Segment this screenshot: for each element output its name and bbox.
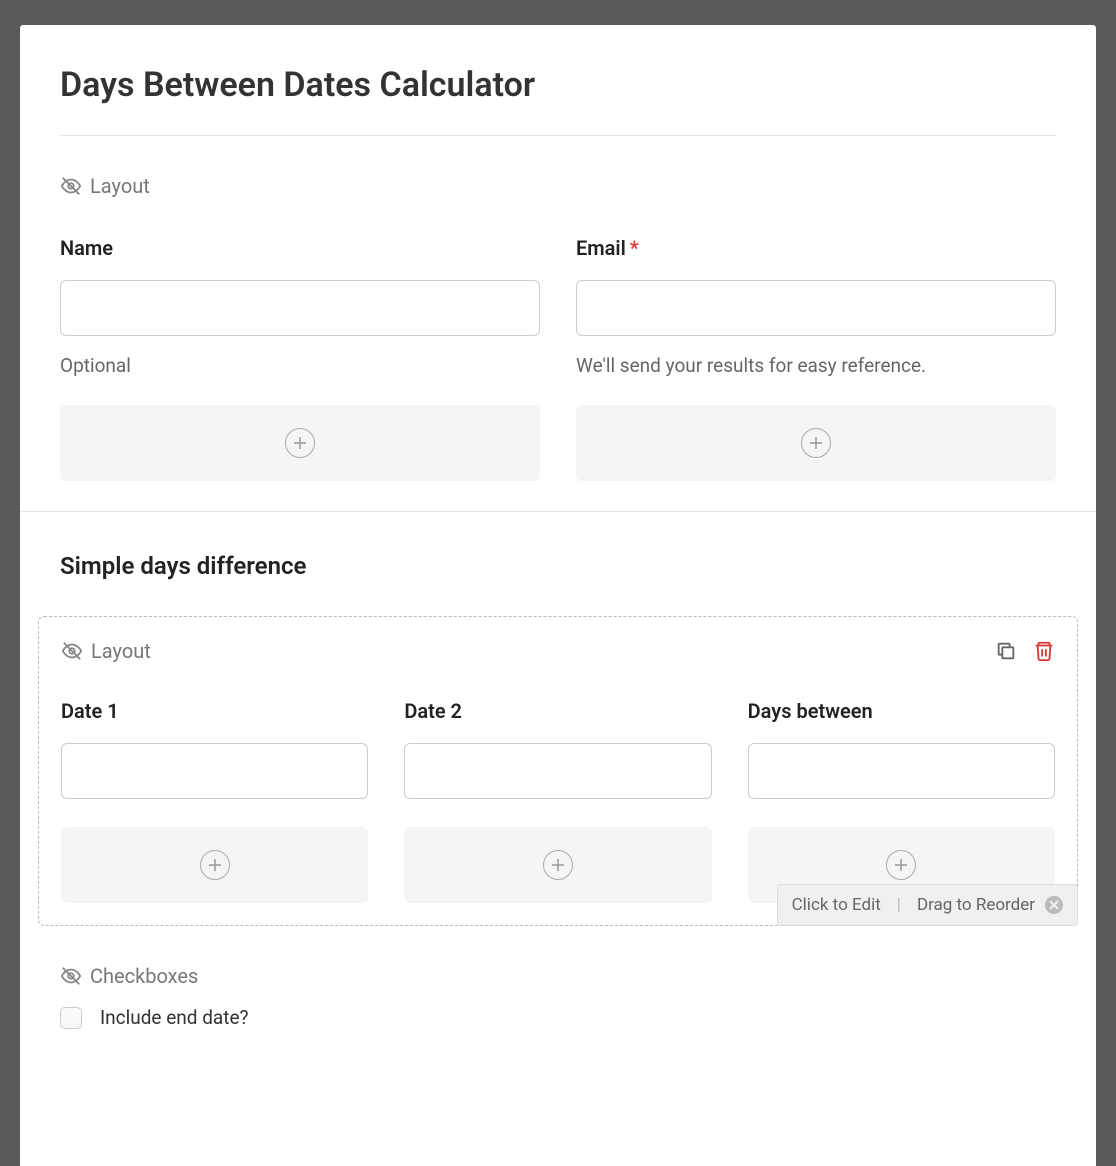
plus-icon [543, 850, 573, 880]
block-actions [995, 640, 1055, 662]
add-field-button[interactable] [61, 827, 368, 903]
field-email: Email* We'll send your results for easy … [576, 236, 1056, 481]
required-asterisk: * [630, 236, 639, 260]
plus-icon [200, 850, 230, 880]
name-help: Optional [60, 354, 540, 377]
layout-block-selected[interactable]: Layout Date 1 [38, 616, 1078, 926]
layout-section-top: Layout Name Optional Email* We'll send y… [60, 174, 1056, 481]
edit-reorder-hint: Click to Edit | Drag to Reorder [777, 884, 1078, 926]
name-input[interactable] [60, 280, 540, 336]
field-date2: Date 2 [404, 699, 711, 903]
eye-slash-icon [60, 965, 82, 987]
email-help: We'll send your results for easy referen… [576, 354, 1056, 377]
layout-field-label: Layout [60, 174, 1056, 198]
plus-icon [801, 428, 831, 458]
plus-icon [285, 428, 315, 458]
date2-input[interactable] [404, 743, 711, 799]
add-field-button[interactable] [404, 827, 711, 903]
checkbox-option: Include end date? [60, 1006, 1056, 1029]
email-label: Email* [576, 236, 1056, 260]
duplicate-icon[interactable] [995, 640, 1017, 662]
field-date1: Date 1 [61, 699, 368, 903]
form-builder-canvas: Days Between Dates Calculator Layout Nam… [20, 25, 1096, 1166]
email-input[interactable] [576, 280, 1056, 336]
eye-slash-icon [61, 640, 83, 662]
checkboxes-field-label: Checkboxes [60, 964, 1056, 988]
plus-icon [886, 850, 916, 880]
days-between-input[interactable] [748, 743, 1055, 799]
hint-close-icon[interactable] [1045, 896, 1063, 914]
hint-edit-text: Click to Edit [792, 895, 881, 915]
hint-separator: | [897, 895, 901, 915]
layout-field-text: Layout [91, 639, 151, 663]
layout-field-label: Layout [61, 639, 151, 663]
days-between-label: Days between [748, 699, 1055, 723]
include-end-date-label: Include end date? [100, 1006, 249, 1029]
add-field-button[interactable] [60, 405, 540, 481]
date2-label: Date 2 [404, 699, 711, 723]
add-field-button[interactable] [576, 405, 1056, 481]
checkboxes-section: Checkboxes Include end date? [60, 964, 1056, 1029]
date1-input[interactable] [61, 743, 368, 799]
include-end-date-checkbox[interactable] [60, 1007, 82, 1029]
layout-field-text: Layout [90, 174, 150, 198]
delete-icon[interactable] [1033, 640, 1055, 662]
section-divider [20, 511, 1096, 512]
field-days-between: Days between [748, 699, 1055, 903]
section-heading: Simple days difference [60, 552, 1056, 580]
hint-reorder-text: Drag to Reorder [917, 895, 1035, 915]
name-label: Name [60, 236, 540, 260]
date1-label: Date 1 [61, 699, 368, 723]
checkboxes-field-text: Checkboxes [90, 964, 198, 988]
eye-slash-icon [60, 175, 82, 197]
page-title: Days Between Dates Calculator [60, 65, 1056, 136]
field-name: Name Optional [60, 236, 540, 481]
